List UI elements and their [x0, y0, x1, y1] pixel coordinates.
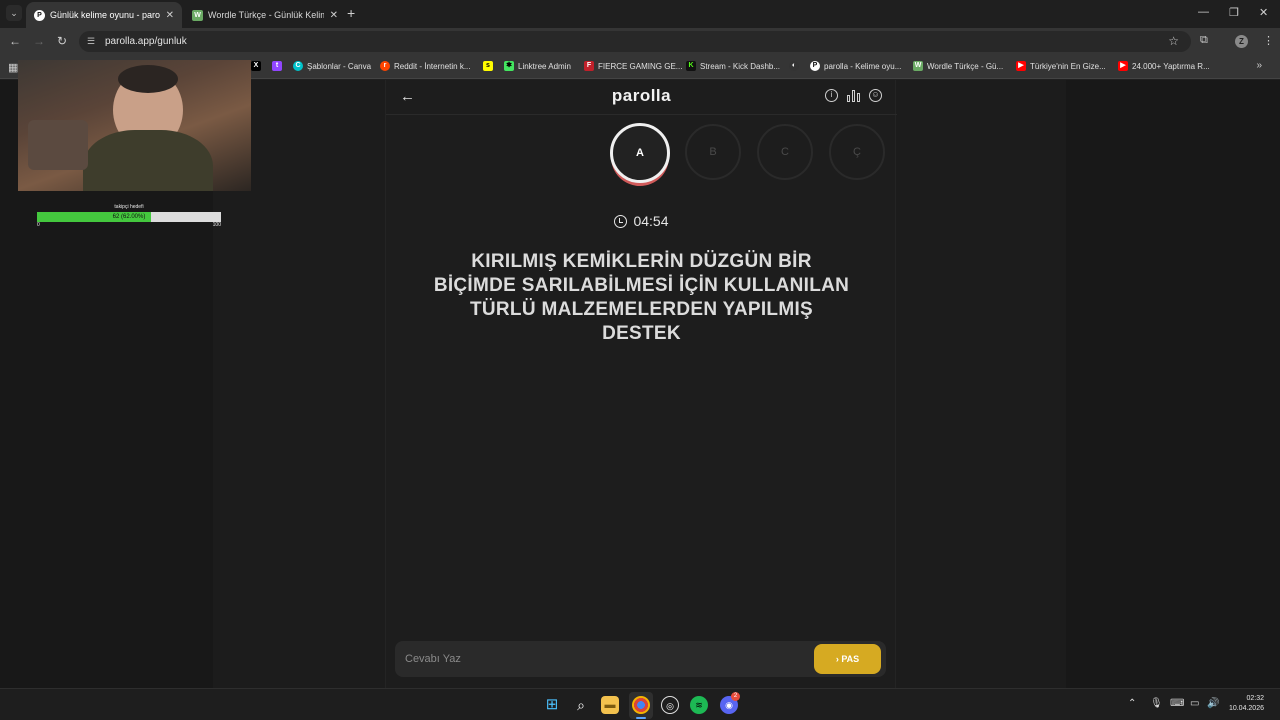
timer: 04:54	[386, 213, 897, 229]
clock-icon	[614, 215, 628, 228]
windows-start-icon[interactable]: ⊞	[543, 696, 561, 714]
tab-wordle[interactable]: W Wordle Türkçe - Günlük Kelime ✕	[184, 2, 346, 28]
bookmark-reddit[interactable]: r Reddit - İnternetin k...	[380, 61, 470, 71]
bookmark-kick[interactable]: K Stream - Kick Dashb...	[686, 61, 780, 71]
clock-date: 10.04.2026	[1228, 705, 1264, 712]
webcam-overlay	[18, 60, 251, 191]
bookmark-github[interactable]: ◐	[789, 61, 803, 71]
bookmark-fierce[interactable]: F FIERCE GAMING GE...	[584, 61, 682, 71]
goal-title: takipçi hedefi	[114, 204, 144, 210]
answer-bar: › PAS	[395, 641, 886, 677]
tray-overflow-icon[interactable]: ⌃	[1128, 698, 1136, 709]
chrome-running-indicator	[636, 717, 646, 719]
taskbar-clock[interactable]: 02:32 10.04.2026	[1229, 694, 1264, 714]
fierce-icon: F	[584, 61, 594, 71]
linktree-icon: ✱	[504, 61, 514, 71]
reload-icon[interactable]: ↻	[57, 34, 67, 48]
question-text: KIRILMIŞ KEMİKLERİN DÜZGÜN BİR BİÇİMDE S…	[433, 251, 850, 344]
microphone-icon[interactable]: 🎙	[1150, 698, 1163, 709]
search-icon[interactable]: ⌕	[572, 696, 590, 714]
answer-input[interactable]	[405, 649, 805, 669]
stats-icon[interactable]	[847, 89, 860, 102]
new-tab-button[interactable]: +	[347, 6, 355, 20]
snapchat-icon: s	[483, 61, 493, 71]
file-explorer-icon[interactable]: ▬	[601, 696, 619, 714]
goal-max: 100	[212, 222, 221, 228]
app-header: ← parolla i ☺	[386, 80, 897, 115]
url-text: parolla.app/gunluk	[105, 36, 187, 47]
x-icon: X	[251, 61, 261, 71]
site-info-icon[interactable]: ☰	[87, 36, 98, 47]
info-icon[interactable]: i	[825, 89, 838, 102]
goal-scale: 0 100	[37, 222, 221, 228]
back-icon[interactable]: ←	[9, 34, 21, 48]
bookmark-linktree[interactable]: ✱ Linktree Admin	[504, 61, 571, 71]
bookmark-youtube-2[interactable]: ▶ 24.000+ Yaptırma R...	[1118, 61, 1210, 71]
wordle-icon: W	[913, 61, 923, 71]
webcam-background-object	[28, 120, 88, 170]
restore-icon[interactable]: ❐	[1229, 6, 1239, 19]
taskbar: ⊞ ⌕ ▬ ◎ ≋ ◉ 2 ⌃ 🎙 ⌨ ▭ 🔊 02:32 10.04.2026	[0, 688, 1280, 720]
address-bar[interactable]: ☰ parolla.app/gunluk ☆	[79, 31, 1191, 52]
bookmarks-overflow-icon[interactable]: »	[1256, 60, 1262, 71]
discord-badge: 2	[731, 692, 740, 701]
close-icon[interactable]: ✕	[330, 10, 338, 21]
kick-icon: K	[686, 61, 696, 71]
youtube-icon: ▶	[1016, 61, 1026, 71]
letter-circle-c: C	[757, 124, 813, 180]
reddit-icon: r	[380, 61, 390, 71]
window-close-icon[interactable]: ✕	[1259, 6, 1268, 19]
browser-toolbar: ← → ↻ ☰ parolla.app/gunluk ☆	[0, 28, 1280, 55]
goal-progress-text: 62 (62.00%)	[112, 214, 146, 220]
goal-progress-bar: 62 (62.00%)	[37, 212, 221, 222]
network-icon[interactable]: ▭	[1190, 698, 1199, 709]
bookmark-star-icon[interactable]: ☆	[1168, 34, 1179, 48]
bookmark-canva[interactable]: C Şablonlar - Canva	[293, 61, 371, 71]
tab-strip: ⌄ P Günlük kelime oyunu - parolla ✕ W Wo…	[0, 0, 1280, 28]
webcam-hair	[118, 65, 178, 93]
apps-grid-icon[interactable]: ▦	[8, 61, 18, 74]
pass-button[interactable]: › PAS	[814, 644, 881, 674]
letter-circle-c-cedilla: Ç	[829, 124, 885, 180]
volume-icon[interactable]: 🔊	[1207, 698, 1219, 709]
bookmark-youtube-1[interactable]: ▶ Türkiye'nin En Gize...	[1016, 61, 1106, 71]
tab-search-button[interactable]: ⌄	[6, 5, 22, 21]
menu-kebab-icon[interactable]: ⋮	[1263, 34, 1274, 47]
parolla-app: ← parolla i ☺ A B C Ç 04:54 KIRILMIŞ KEM…	[385, 80, 897, 688]
keyboard-icon[interactable]: ⌨	[1170, 698, 1184, 709]
youtube-icon: ▶	[1118, 61, 1128, 71]
bookmark-parolla[interactable]: Pparolla - Kelime oyu...	[810, 61, 901, 71]
timer-value: 04:54	[633, 213, 669, 229]
extensions-icon[interactable]: ⧉	[1200, 34, 1208, 47]
profile-icon[interactable]: ☺	[869, 89, 882, 102]
bookmark-wordle[interactable]: W Wordle Türkçe - Gü...	[913, 61, 1003, 71]
bookmark-x[interactable]: X	[251, 61, 265, 71]
app-logo: parolla	[611, 86, 672, 105]
parolla-icon: P	[810, 61, 820, 71]
spotify-icon[interactable]: ≋	[690, 696, 708, 714]
obs-icon[interactable]: ◎	[661, 696, 679, 714]
tab-parolla[interactable]: P Günlük kelime oyunu - parolla ✕	[26, 2, 182, 28]
forward-icon[interactable]: →	[33, 34, 45, 48]
bookmark-snapchat[interactable]: s	[483, 61, 497, 71]
follower-goal-widget: takipçi hedefi 62 (62.00%) 0 100	[37, 204, 221, 228]
minimize-icon[interactable]: —	[1198, 6, 1209, 18]
letter-circle-b: B	[685, 124, 741, 180]
wordle-icon: W	[192, 9, 203, 21]
github-icon: ◐	[789, 61, 799, 71]
goal-min: 0	[37, 222, 40, 228]
letter-circle-a: A	[610, 123, 670, 183]
chrome-icon[interactable]	[632, 696, 650, 714]
right-gutter	[1066, 80, 1280, 688]
close-icon[interactable]: ✕	[166, 10, 174, 21]
clock-time: 02:32	[1246, 695, 1264, 702]
webcam-body	[83, 130, 213, 191]
bookmark-twitch[interactable]: t	[272, 61, 286, 71]
canva-icon: C	[293, 61, 303, 71]
twitch-icon: t	[272, 61, 282, 71]
parolla-icon: P	[34, 9, 45, 21]
profile-avatar[interactable]: Z	[1235, 35, 1248, 48]
